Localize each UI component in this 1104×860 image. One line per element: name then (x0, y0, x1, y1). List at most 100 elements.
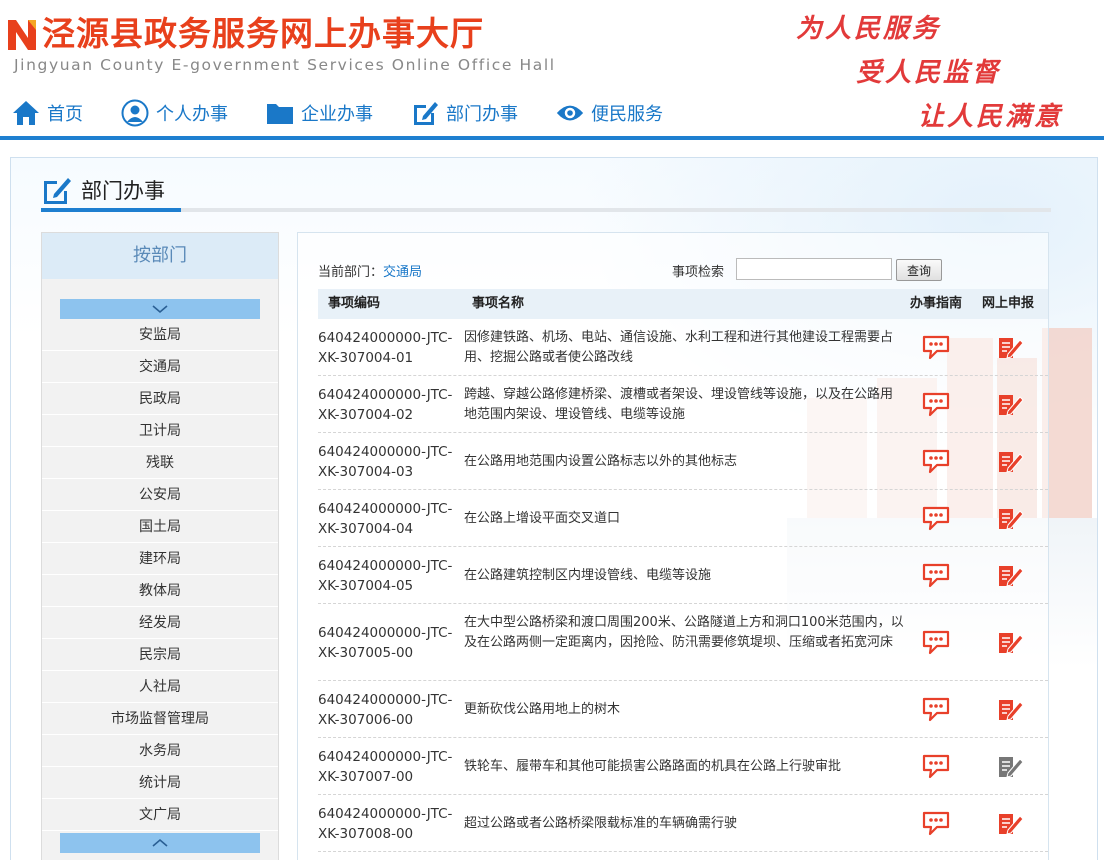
sidebar-item-13[interactable]: 水务局 (42, 735, 278, 767)
apply-edit-icon[interactable] (996, 696, 1028, 726)
apply-edit-icon[interactable] (996, 810, 1028, 840)
column-header-name: 事项名称 (472, 296, 525, 311)
slogan-2: 受人民监督 (856, 58, 1002, 88)
guide-chat-icon[interactable] (922, 696, 958, 724)
section-divider (41, 208, 1051, 212)
service-name[interactable]: 更新砍伐公路用地上的树木 (464, 700, 904, 720)
folder-icon (266, 99, 294, 127)
nav-department-label: 部门办事 (446, 104, 518, 125)
service-name[interactable]: 跨越、穿越公路修建桥梁、渡槽或者架设、埋设管线等设施，以及在公路用地范围内架设、… (464, 385, 904, 425)
current-department-link[interactable]: 交通局 (383, 265, 422, 280)
table-row: 640424000000-JTC-XK-307004-04 在公路上增设平面交叉道… (318, 490, 1048, 547)
nav-convenience[interactable]: 便民服务 (556, 99, 663, 127)
sidebar-item-2[interactable]: 民政局 (42, 383, 278, 415)
column-header-apply: 网上申报 (982, 296, 1035, 311)
main-panel: 部门办事 按部门 安监局 交通局 民政局 卫计局 残联 公安局 国土局 建环局 教体局 经发局 民宗… (10, 157, 1098, 860)
service-code: 640424000000-JTC-XK-307005-00 (318, 624, 453, 661)
service-name[interactable]: 在公路建筑控制区内埋设管线、电缆等设施 (464, 566, 904, 586)
section-header: 部门办事 (41, 174, 165, 206)
service-code: 640424000000-JTC-XK-307004-04 (318, 500, 453, 537)
sidebar-item-3[interactable]: 卫计局 (42, 415, 278, 447)
sidebar-item-8[interactable]: 教体局 (42, 575, 278, 607)
table-header: 事项编码 事项名称 办事指南 网上申报 (318, 289, 1048, 319)
sidebar-scroll-up-button[interactable] (60, 833, 260, 853)
chevron-up-icon (152, 838, 168, 847)
nav-home[interactable]: 首页 (12, 99, 83, 127)
table-row: 640424000000-JTC-XK-307004-01 因修建铁路、机场、电站… (318, 319, 1048, 376)
department-sidebar: 按部门 安监局 交通局 民政局 卫计局 残联 公安局 国土局 建环局 教体局 经发局 民宗局 人社局市… (41, 232, 279, 860)
edit-icon (411, 99, 439, 127)
guide-chat-icon[interactable] (922, 629, 958, 657)
service-name[interactable]: 在大中型公路桥梁和渡口周围200米、公路隧道上方和洞口100米范围内，以及在公路… (464, 613, 904, 653)
sidebar-title: 按部门 (42, 233, 278, 279)
guide-chat-icon[interactable] (922, 505, 958, 533)
table-row: 640424000000-JTC-XK-307005-00 在大中型公路桥梁和渡口… (318, 604, 1048, 681)
sidebar-item-9[interactable]: 经发局 (42, 607, 278, 639)
service-name[interactable]: 在公路上增设平面交叉道口 (464, 509, 904, 529)
search-label: 事项检索 (672, 265, 725, 280)
service-code: 640424000000-JTC-XK-307007-00 (318, 748, 453, 785)
service-code: 640424000000-JTC-XK-307004-03 (318, 443, 453, 480)
apply-edit-icon[interactable] (996, 629, 1028, 659)
table-row: 640424000000-JTC-XK-307004-05 在公路建筑控制区内埋设… (318, 547, 1048, 604)
sidebar-item-7[interactable]: 建环局 (42, 543, 278, 575)
apply-edit-icon[interactable] (996, 505, 1028, 535)
table-row: 640424000000-JTC-XK-307008-00 超过公路或者公路桥梁限… (318, 795, 1048, 852)
sidebar-item-6[interactable]: 国土局 (42, 511, 278, 543)
department-list: 安监局 交通局 民政局 卫计局 残联 公安局 国土局 建环局 教体局 经发局 民宗局 人社局 市场监督管… (42, 319, 278, 831)
site-subtitle: Jingyuan County E-government Services On… (14, 56, 556, 74)
table-row: 640424000000-JTC-XK-307007-00 铁轮车、履带车和其他可… (318, 738, 1048, 795)
table-row: 640424000000-JTC-XK-307004-02 跨越、穿越公路修建桥梁… (318, 376, 1048, 433)
sidebar-item-10[interactable]: 民宗局 (42, 639, 278, 671)
service-code: 640424000000-JTC-XK-307004-01 (318, 329, 453, 366)
chevron-down-icon (152, 305, 168, 314)
sidebar-item-11[interactable]: 人社局 (42, 671, 278, 703)
sidebar-item-1[interactable]: 交通局 (42, 351, 278, 383)
home-icon (12, 99, 40, 127)
sidebar-item-5[interactable]: 公安局 (42, 479, 278, 511)
guide-chat-icon[interactable] (922, 448, 958, 476)
service-name[interactable]: 因修建铁路、机场、电站、通信设施、水利工程和进行其他建设工程需要占用、挖掘公路或… (464, 328, 904, 368)
nav-personal-label: 个人办事 (156, 104, 228, 125)
nav-enterprise-label: 企业办事 (301, 104, 373, 125)
service-code: 640424000000-JTC-XK-307004-02 (318, 386, 453, 423)
apply-edit-icon[interactable] (996, 448, 1028, 478)
sidebar-item-15[interactable]: 文广局 (42, 799, 278, 831)
apply-edit-icon[interactable] (996, 562, 1028, 592)
site-title: 泾源县政务服务网上办事大厅 (42, 14, 484, 53)
apply-edit-icon[interactable] (996, 334, 1028, 364)
edit-icon (44, 178, 71, 204)
guide-chat-icon[interactable] (922, 810, 958, 838)
service-code: 640424000000-JTC-XK-307008-00 (318, 805, 453, 842)
column-header-code: 事项编码 (328, 296, 381, 311)
apply-edit-icon[interactable] (996, 391, 1028, 421)
sidebar-item-14[interactable]: 统计局 (42, 767, 278, 799)
site-logo[interactable]: 泾源县政务服务网上办事大厅 (6, 16, 484, 52)
guide-chat-icon[interactable] (922, 562, 958, 590)
slogan-1: 为人民服务 (796, 14, 942, 44)
apply-edit-disabled-icon[interactable] (996, 753, 1028, 783)
content-area: 当前部门：交通局 事项检索 查询 事项编码 事项名称 办事指南 网上申报 640… (297, 232, 1049, 860)
nav-personal[interactable]: 个人办事 (121, 99, 228, 127)
service-table: 640424000000-JTC-XK-307004-01 因修建铁路、机场、电站… (318, 319, 1048, 852)
service-code: 640424000000-JTC-XK-307006-00 (318, 691, 453, 728)
guide-chat-icon[interactable] (922, 753, 958, 781)
table-row: 640424000000-JTC-XK-307004-03 在公路用地范围内设置公… (318, 433, 1048, 490)
nav-home-label: 首页 (47, 104, 83, 125)
guide-chat-icon[interactable] (922, 334, 958, 362)
nav-convenience-label: 便民服务 (591, 104, 663, 125)
section-title: 部门办事 (81, 179, 165, 203)
sidebar-item-4[interactable]: 残联 (42, 447, 278, 479)
search-button[interactable]: 查询 (896, 259, 942, 281)
nav-department[interactable]: 部门办事 (411, 99, 518, 127)
sidebar-item-12[interactable]: 市场监督管理局 (42, 703, 278, 735)
sidebar-scroll-down-button[interactable] (60, 299, 260, 319)
search-input[interactable] (736, 258, 892, 280)
current-department: 当前部门：交通局 (318, 261, 422, 280)
service-name[interactable]: 铁轮车、履带车和其他可能损害公路路面的机具在公路上行驶审批 (464, 757, 904, 777)
guide-chat-icon[interactable] (922, 391, 958, 419)
nav-enterprise[interactable]: 企业办事 (266, 99, 373, 127)
service-name[interactable]: 在公路用地范围内设置公路标志以外的其他标志 (464, 452, 904, 472)
sidebar-item-0[interactable]: 安监局 (42, 319, 278, 351)
service-name[interactable]: 超过公路或者公路桥梁限载标准的车辆确需行驶 (464, 814, 904, 834)
